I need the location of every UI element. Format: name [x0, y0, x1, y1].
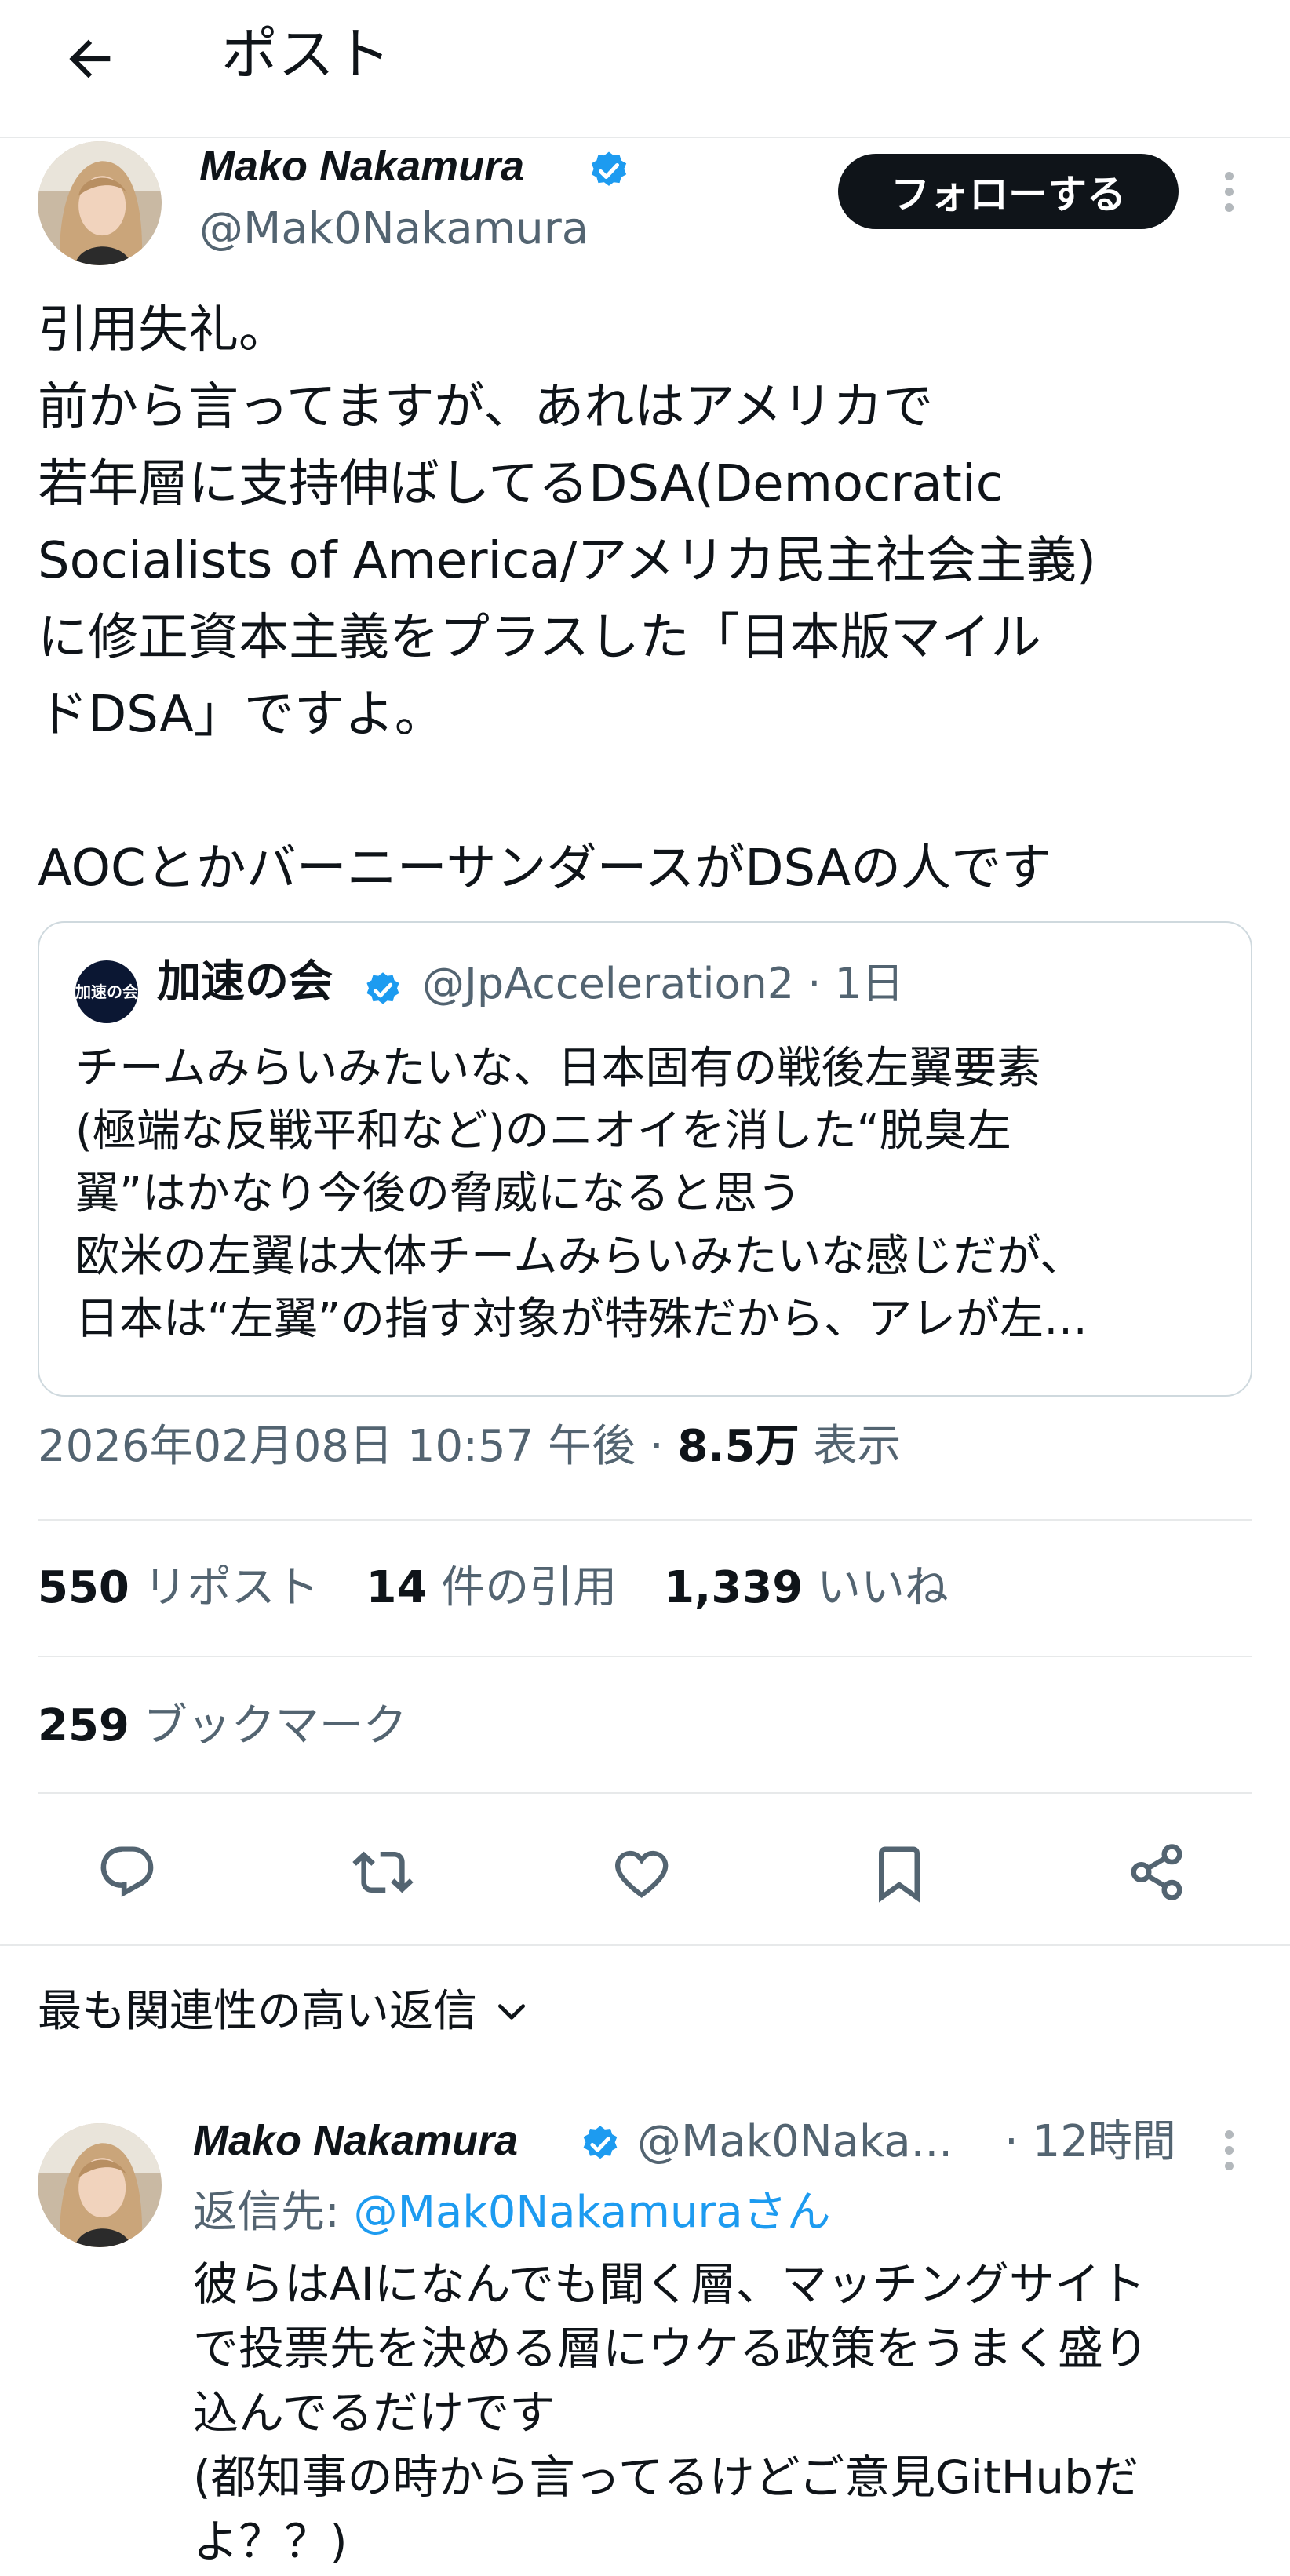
- reply-to-handle-link[interactable]: @Mak0Nakamuraさん: [354, 2187, 831, 2238]
- engagement-stats: 550 リポスト 14 件の引用 1,339 いいね: [38, 1561, 982, 1614]
- quote-line: 翼”はかなり今後の脅威になると思う: [75, 1168, 802, 1219]
- reply-author-avatar[interactable]: [38, 2123, 162, 2247]
- reposts-label: リポスト: [129, 1562, 319, 1613]
- replies-sort-label: 最も関連性の高い返信: [38, 1986, 477, 2037]
- quotes-count: 14: [366, 1562, 428, 1613]
- quotes-label: 件の引用: [427, 1562, 618, 1613]
- author-name[interactable]: Mako Nakamura: [199, 141, 524, 192]
- quote-handle-time: @JpAcceleration2 · 1日: [422, 959, 904, 1008]
- reply-button[interactable]: [88, 1833, 166, 1911]
- back-button[interactable]: [55, 24, 126, 94]
- arrow-left-icon: [69, 39, 111, 78]
- page-title: ポスト: [221, 21, 392, 87]
- reply-author-name[interactable]: Mako Nakamura: [193, 2115, 518, 2166]
- divider: [38, 1519, 1252, 1521]
- bookmarks-label: ブックマーク: [129, 1700, 407, 1751]
- quote-line: (極端な反戦平和など)のニオイを消した“脱臭左: [75, 1106, 1011, 1157]
- reply-more-options-button[interactable]: [1213, 2119, 1244, 2181]
- bookmark-button[interactable]: [860, 1833, 938, 1911]
- more-options-button[interactable]: [1213, 160, 1244, 223]
- quote-author-name: 加速の会: [157, 956, 333, 1007]
- follow-button[interactable]: フォローする: [838, 154, 1179, 229]
- verified-badge-icon: [583, 2126, 618, 2159]
- reply-icon: [100, 1846, 154, 1897]
- dot-icon: [1224, 2161, 1234, 2170]
- reply-time: · 12時間: [1004, 2116, 1176, 2167]
- timestamp[interactable]: 2026年02月08日 10:57 午後 ·: [38, 1421, 677, 1472]
- repost-button[interactable]: [344, 1833, 422, 1911]
- dot-icon: [1224, 2145, 1234, 2155]
- author-handle[interactable]: @Mak0Nakamura: [199, 202, 589, 255]
- likes-count: 1,339: [664, 1562, 804, 1613]
- views-count: 8.5万: [677, 1421, 800, 1472]
- like-button[interactable]: [603, 1833, 681, 1911]
- share-icon: [1131, 1844, 1182, 1900]
- quote-line: 欧米の左翼は大体チームみらいみたいな感じだが、: [75, 1231, 1084, 1282]
- reply-author-handle[interactable]: @Mak0Naka...: [637, 2115, 953, 2168]
- reply-to-line: 返信先: @Mak0Nakamuraさん: [193, 2186, 831, 2239]
- views-label: 表示: [799, 1421, 902, 1472]
- divider: [38, 1656, 1252, 1657]
- reposts-stat[interactable]: 550 リポスト: [38, 1561, 319, 1614]
- quote-avatar: 加速の会: [75, 960, 138, 1023]
- replies-sort-dropdown[interactable]: 最も関連性の高い返信: [38, 1985, 529, 2038]
- quote-line: チームみらいみたいな、日本固有の戦後左翼要素: [75, 1043, 1041, 1094]
- divider: [0, 1944, 1290, 1946]
- reposts-count: 550: [38, 1562, 129, 1613]
- bookmarks-stat[interactable]: 259 ブックマーク: [38, 1700, 407, 1752]
- dot-icon: [1224, 187, 1234, 196]
- chevron-down-icon: [497, 2003, 526, 2020]
- dot-icon: [1224, 171, 1234, 180]
- tweet-meta: 2026年02月08日 10:57 午後 · 8.5万 表示: [38, 1420, 901, 1473]
- verified-badge-icon: [366, 972, 399, 1004]
- likes-label: いいね: [803, 1562, 949, 1613]
- like-icon: [615, 1850, 669, 1898]
- top-bar: ポスト: [0, 0, 1290, 138]
- reply-text: 彼らはAIになんでも聞く層、マッチングサイト で投票先を決める層にウケる政策をう…: [193, 2257, 1150, 2568]
- share-button[interactable]: [1117, 1833, 1196, 1911]
- repost-icon: [352, 1851, 414, 1893]
- reply-to-prefix: 返信先:: [193, 2187, 354, 2238]
- quote-text: チームみらいみたいな、日本固有の戦後左翼要素 (極端な反戦平和など)のニオイを消…: [75, 1037, 1229, 1351]
- verified-badge-icon: [591, 151, 627, 186]
- dot-icon: [1224, 202, 1234, 212]
- divider: [38, 1792, 1252, 1794]
- quoted-tweet[interactable]: 加速の会 加速の会 @JpAcceleration2 · 1日 チームみらいみた…: [38, 921, 1252, 1397]
- bookmark-icon: [879, 1846, 920, 1903]
- tweet-text: 引用失礼。 前から言ってますが、あれはアメリカで 若年層に支持伸ばしてるDSA(…: [38, 301, 1097, 898]
- likes-stat[interactable]: 1,339 いいね: [664, 1561, 949, 1614]
- quote-line: 日本は“左翼”の指す対象が特殊だから、アレが左…: [75, 1294, 1088, 1345]
- author-avatar[interactable]: [38, 141, 162, 265]
- dot-icon: [1224, 2130, 1234, 2139]
- bookmarks-count: 259: [38, 1700, 129, 1751]
- quotes-stat[interactable]: 14 件の引用: [366, 1561, 618, 1614]
